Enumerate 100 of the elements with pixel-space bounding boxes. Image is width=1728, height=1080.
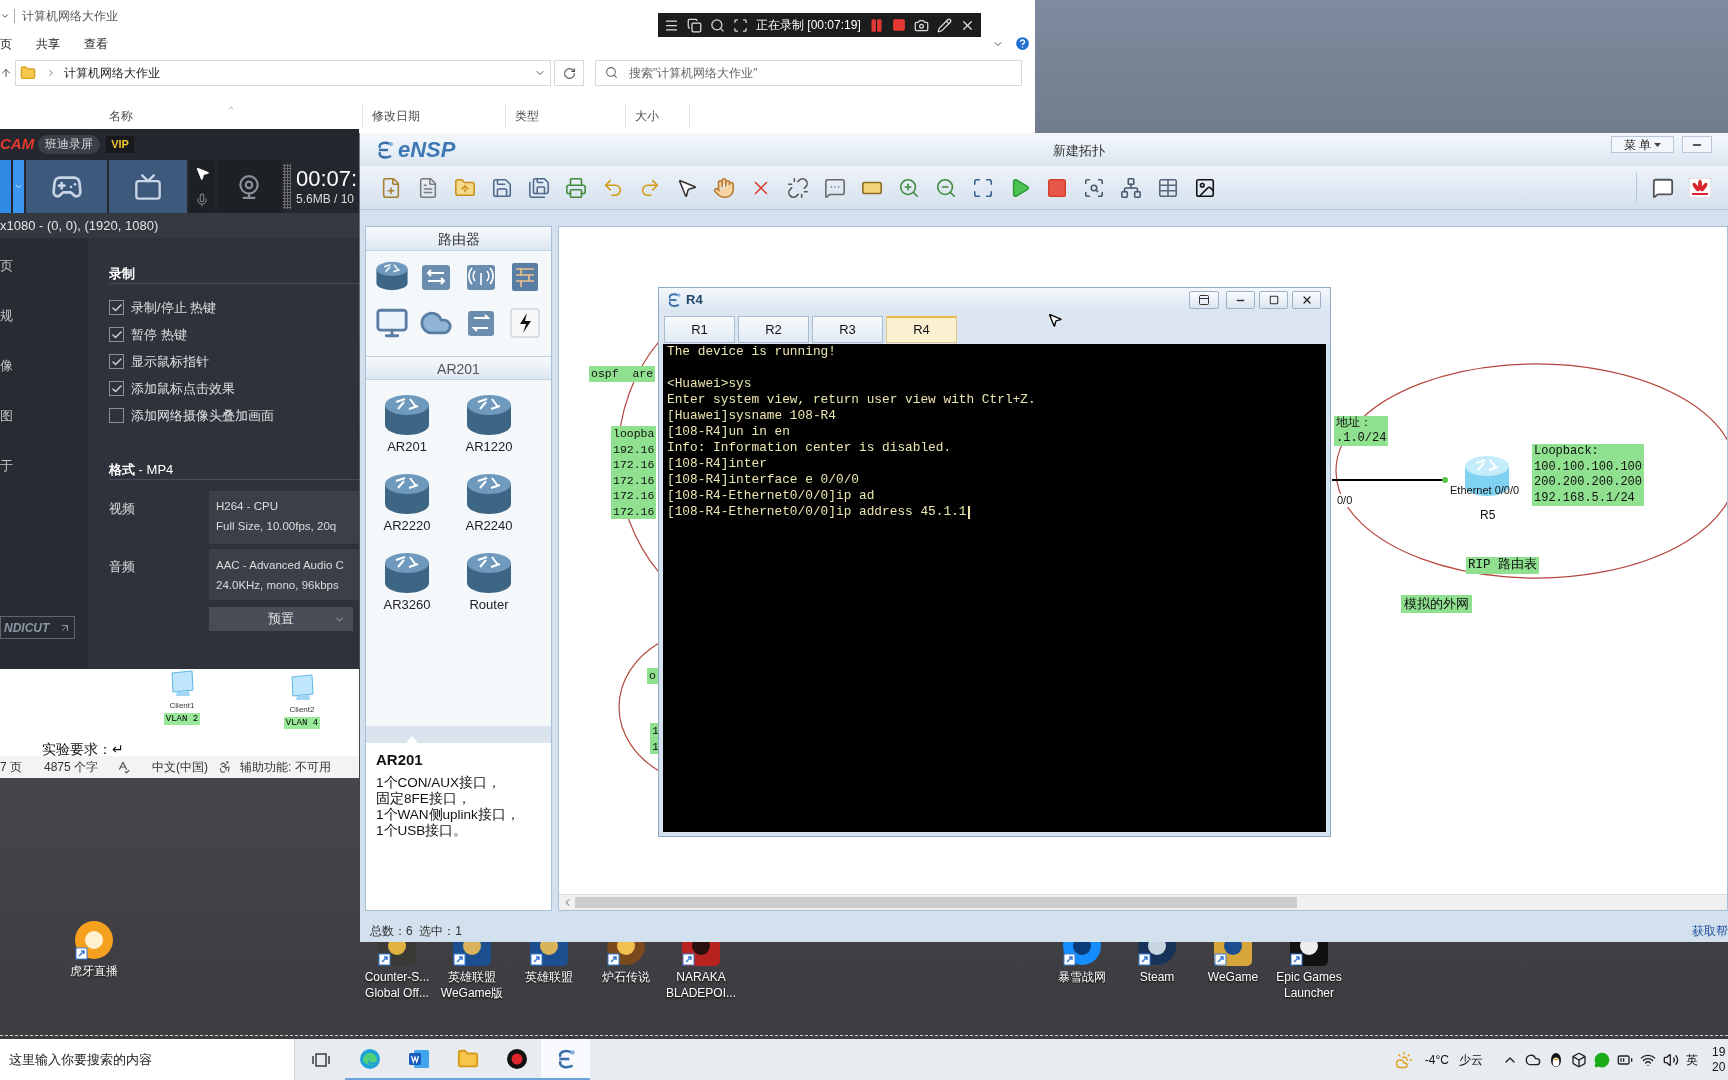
terminal-line: [108-R4-Ethernet0/0/0]ip ad xyxy=(667,488,875,504)
comment-icon[interactable] xyxy=(824,176,846,199)
refresh-button[interactable] xyxy=(554,60,584,86)
checkbox[interactable] xyxy=(109,300,124,315)
scrollbar-thumb[interactable] xyxy=(575,897,1297,908)
topology-icon[interactable] xyxy=(1120,176,1142,199)
column-header[interactable]: 大小 xyxy=(626,104,690,128)
box-icon[interactable] xyxy=(1571,1051,1587,1068)
device-model[interactable]: AR2220 xyxy=(366,472,448,534)
webcam-button[interactable] xyxy=(217,160,281,213)
weather-condition[interactable]: 少云 xyxy=(1459,1050,1483,1069)
status-item: 中文(中国) xyxy=(152,759,209,776)
ribbon-tab[interactable]: 共享 xyxy=(24,31,72,56)
record-icon xyxy=(505,1047,528,1070)
game-mode-button[interactable] xyxy=(26,160,107,213)
chat-icon[interactable] xyxy=(1652,176,1674,199)
device-model[interactable]: AR2240 xyxy=(448,472,530,534)
stop-icon[interactable] xyxy=(1046,176,1068,199)
ribbon-tab[interactable]: 查看 xyxy=(72,31,120,56)
nav-item[interactable]: 页 xyxy=(0,258,88,274)
print-icon[interactable] xyxy=(565,176,587,199)
nav-item[interactable]: 图 xyxy=(0,408,88,424)
nav-item[interactable]: 规 xyxy=(0,308,88,324)
checkbox-label: 添加鼠标点击效果 xyxy=(131,379,235,398)
window-mode-icon[interactable] xyxy=(687,17,702,33)
address-bar[interactable]: 计算机网络大作业 xyxy=(15,60,551,86)
device-tab[interactable]: R3 xyxy=(812,316,883,343)
desktop-shortcut[interactable]: 虎牙直播 xyxy=(56,918,132,979)
help-icon[interactable] xyxy=(1014,35,1031,52)
bandicut-link[interactable]: NDICUT xyxy=(0,616,75,639)
maximize-button[interactable] xyxy=(1259,291,1288,309)
device-model[interactable]: AR3260 xyxy=(366,551,448,613)
checkbox[interactable] xyxy=(109,381,124,396)
codec-panel[interactable]: AAC - Advanced Audio C 24.0KHz, mono, 96kbps xyxy=(209,549,359,600)
clock[interactable]: 19 20 xyxy=(1712,1044,1728,1075)
preset-dropdown[interactable]: 预置 xyxy=(209,607,353,631)
nav-item[interactable]: 像 xyxy=(0,358,88,374)
maximize-icon xyxy=(1268,295,1279,305)
menu-icon[interactable] xyxy=(664,17,679,33)
device-model[interactable]: Router xyxy=(448,551,530,613)
column-header[interactable]: 名称 xyxy=(100,104,363,128)
help-link[interactable]: 获取帮 xyxy=(1692,922,1728,940)
window-list-button[interactable] xyxy=(1189,291,1219,309)
proofing-icon[interactable] xyxy=(116,760,131,774)
search-field[interactable]: 搜索"计算机网络大作业" xyxy=(595,60,1022,86)
column-header[interactable]: 类型 xyxy=(506,104,626,128)
capture-icon[interactable] xyxy=(1083,176,1105,199)
app-icon xyxy=(529,942,569,968)
chat-bubble-icon[interactable] xyxy=(1594,1051,1610,1068)
nav-item[interactable]: 于 xyxy=(0,458,88,474)
checkbox[interactable] xyxy=(109,327,124,342)
stop-icon[interactable] xyxy=(891,18,906,32)
accessibility-icon[interactable] xyxy=(218,760,233,774)
close-button[interactable] xyxy=(1292,291,1321,309)
ribbon-tab[interactable]: 页 xyxy=(0,31,24,56)
cursor-icon[interactable] xyxy=(194,166,210,181)
camera-icon[interactable] xyxy=(913,17,929,33)
save-icon[interactable] xyxy=(491,176,513,199)
region-select-icon[interactable] xyxy=(733,17,748,33)
ensp-logo-icon xyxy=(375,139,395,160)
device-mode-button[interactable] xyxy=(109,160,187,213)
lightning-icon[interactable] xyxy=(507,306,542,340)
device-tab[interactable]: R4 xyxy=(886,316,957,343)
flower-logo-icon[interactable] xyxy=(1689,177,1711,198)
pencil-icon[interactable] xyxy=(936,17,952,33)
taskbar-search-field[interactable]: 这里输入你要搜索的内容 xyxy=(0,1039,295,1080)
device-model[interactable]: AR201 xyxy=(366,393,448,455)
zoom-out-icon[interactable] xyxy=(935,176,957,199)
fit-view-icon[interactable] xyxy=(972,176,994,199)
penguin-icon[interactable] xyxy=(1548,1051,1564,1068)
device-model[interactable]: AR1220 xyxy=(448,393,530,455)
image-icon[interactable] xyxy=(1194,176,1216,199)
codec-name: H264 - CPU xyxy=(216,499,279,514)
new-page-icon[interactable] xyxy=(417,176,439,199)
search-icon[interactable] xyxy=(710,17,725,33)
up-arrow-icon[interactable] xyxy=(0,67,12,79)
pause-icon[interactable] xyxy=(868,17,884,33)
folder-icon xyxy=(20,65,36,81)
volume-icon[interactable] xyxy=(1663,1051,1679,1068)
webcam-icon xyxy=(236,173,262,200)
save-as-icon[interactable] xyxy=(528,176,550,199)
router-icon[interactable] xyxy=(375,260,410,292)
hand-icon[interactable] xyxy=(713,176,735,199)
device-tab[interactable]: R2 xyxy=(738,316,809,343)
new-file-icon[interactable] xyxy=(380,176,402,199)
device-tab[interactable]: R1 xyxy=(664,316,735,343)
codec-panel[interactable]: H264 - CPU Full Size, 10.00fps, 20q xyxy=(209,491,359,544)
table-icon[interactable] xyxy=(1157,176,1179,199)
unlink-icon[interactable] xyxy=(787,176,809,199)
note-label: ospf are xyxy=(589,366,656,382)
menu-button[interactable]: 菜 单 xyxy=(1611,136,1674,153)
microphone-icon[interactable] xyxy=(195,193,209,207)
zoom-in-icon[interactable] xyxy=(898,176,920,199)
checkbox[interactable] xyxy=(109,408,124,423)
weather-temperature[interactable]: -4°C xyxy=(1424,1050,1449,1069)
column-header[interactable]: 修改日期 xyxy=(363,104,506,128)
input-method-indicator[interactable]: 英 xyxy=(1686,1050,1698,1069)
monitor-icon[interactable] xyxy=(375,306,410,340)
minimize-button[interactable] xyxy=(1682,136,1712,153)
checkbox[interactable] xyxy=(109,354,124,369)
